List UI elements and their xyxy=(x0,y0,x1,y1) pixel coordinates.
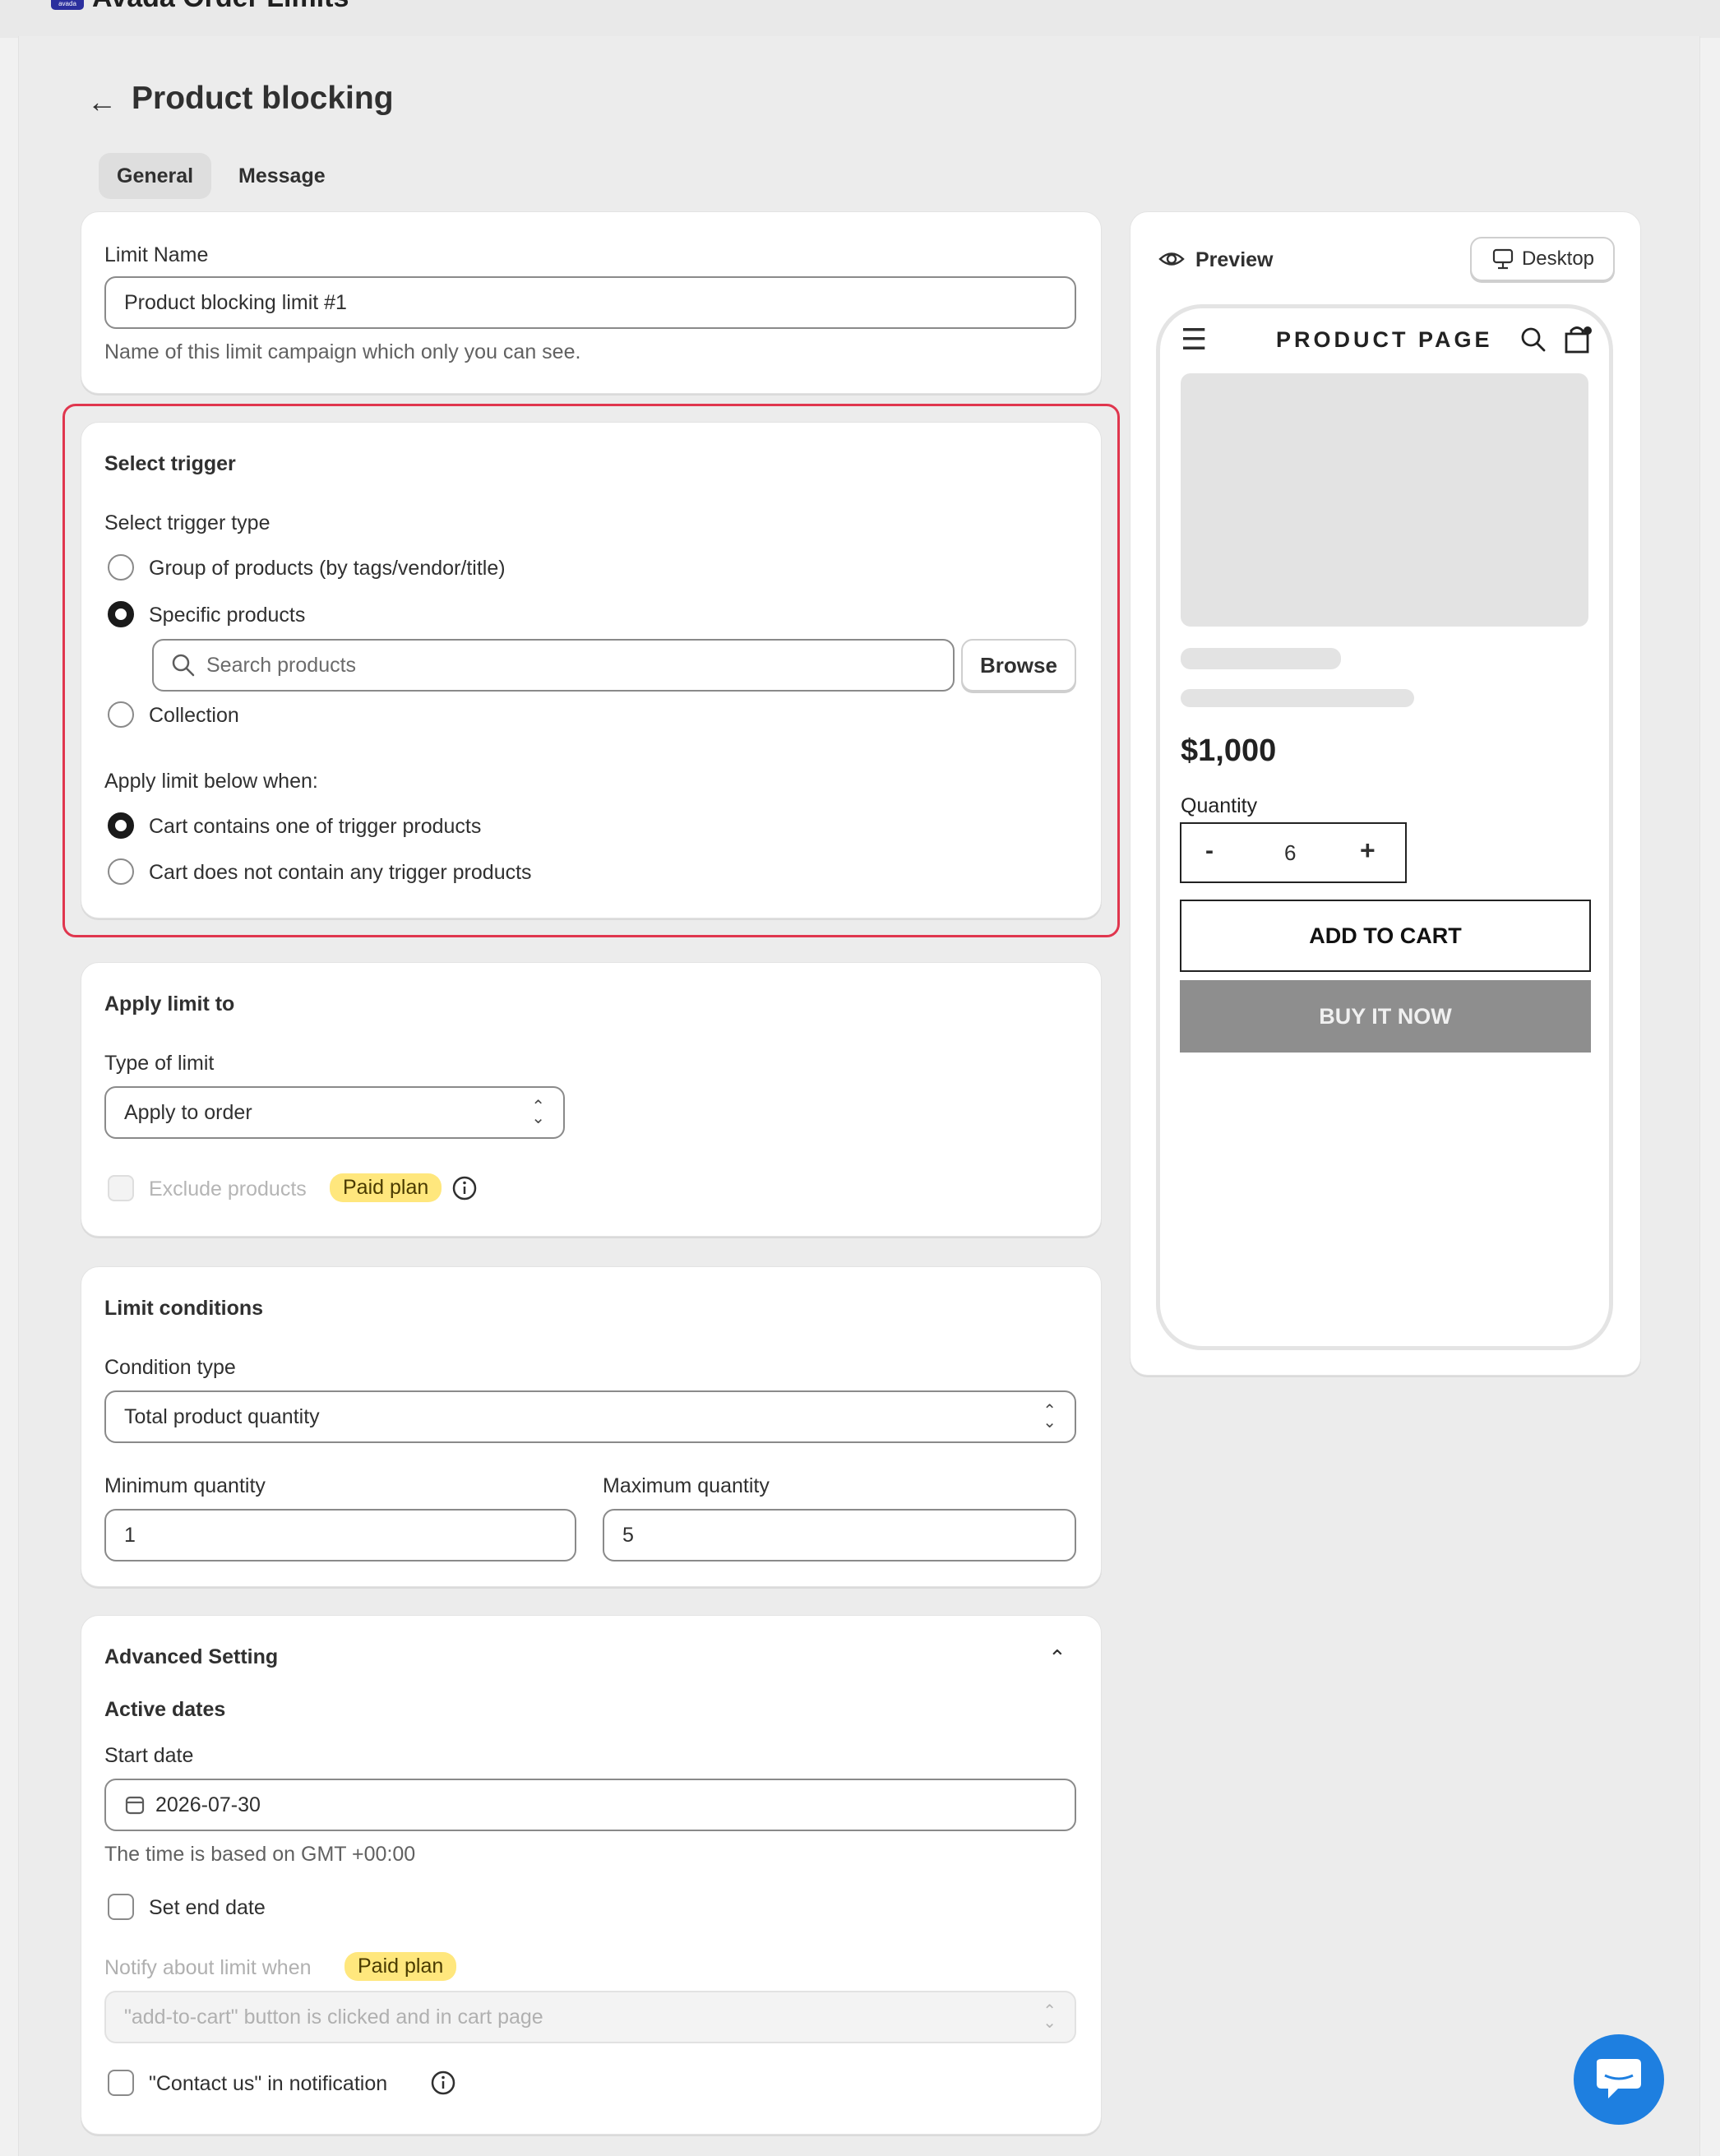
contact-us-checkbox[interactable] xyxy=(108,2070,134,2096)
info-icon[interactable] xyxy=(430,2070,456,2096)
max-quantity-value: 5 xyxy=(622,1523,634,1547)
apply-when-label: Apply limit below when: xyxy=(104,770,318,793)
back-arrow-icon[interactable]: ← xyxy=(87,85,117,119)
notify-select[interactable]: "add-to-cart" button is clicked and in c… xyxy=(104,1991,1076,2043)
desktop-icon xyxy=(1492,248,1514,270)
radio-cart-contains[interactable] xyxy=(108,812,134,839)
search-placeholder: Search products xyxy=(206,653,357,677)
start-date-label: Start date xyxy=(104,1744,194,1767)
buy-it-now-button[interactable]: BUY IT NOW xyxy=(1180,980,1591,1053)
min-quantity-value: 1 xyxy=(124,1523,136,1547)
quantity-label: Quantity xyxy=(1181,794,1258,817)
exclude-products-checkbox[interactable] xyxy=(108,1175,134,1201)
quantity-minus-button[interactable]: - xyxy=(1205,837,1214,865)
subtitle-skeleton-line xyxy=(1181,689,1414,707)
max-quantity-label: Maximum quantity xyxy=(603,1474,770,1497)
limit-type-label: Type of limit xyxy=(104,1052,215,1075)
radio-cart-contains-label: Cart contains one of trigger products xyxy=(149,815,482,838)
chat-bubble-icon xyxy=(1597,2059,1641,2098)
min-quantity-label: Minimum quantity xyxy=(104,1474,266,1497)
notify-value: "add-to-cart" button is clicked and in c… xyxy=(124,2005,543,2029)
browse-button[interactable]: Browse xyxy=(961,639,1076,692)
advanced-setting-card: Advanced Setting ⌃ Active dates Start da… xyxy=(81,1615,1102,2135)
tab-general[interactable]: General xyxy=(99,153,212,199)
chevron-up-icon[interactable]: ⌃ xyxy=(1048,1645,1066,1671)
page-title: Product blocking xyxy=(132,81,394,116)
store-page-title: PRODUCT PAGE xyxy=(1276,327,1493,352)
cart-bag-icon xyxy=(1565,326,1592,354)
limit-conditions-card: Limit conditions Condition type Total pr… xyxy=(81,1266,1102,1587)
tab-message[interactable]: Message xyxy=(220,153,344,199)
start-date-value: 2026-07-30 xyxy=(155,1793,261,1816)
apply-limit-card: Apply limit to Type of limit Apply to or… xyxy=(81,962,1102,1237)
chat-support-button[interactable] xyxy=(1574,2034,1664,2125)
notify-label: Notify about limit when xyxy=(104,1956,312,1979)
min-quantity-input[interactable]: 1 xyxy=(104,1509,576,1561)
advanced-heading: Advanced Setting xyxy=(104,1645,279,1668)
title-skeleton-line xyxy=(1181,648,1341,669)
max-quantity-input[interactable]: 5 xyxy=(603,1509,1076,1561)
radio-group-of-products[interactable] xyxy=(108,554,134,581)
quantity-plus-button[interactable]: + xyxy=(1360,835,1376,866)
preview-label: Preview xyxy=(1195,248,1274,271)
info-icon[interactable] xyxy=(451,1175,478,1201)
limit-name-input[interactable]: Product blocking limit #1 xyxy=(104,276,1076,329)
contact-us-label: "Contact us" in notification xyxy=(149,2072,388,2095)
app-logo-text: avada xyxy=(58,0,76,7)
limit-name-help: Name of this limit campaign which only y… xyxy=(104,340,581,363)
exclude-products-label: Exclude products xyxy=(149,1177,307,1201)
radio-group-of-products-label: Group of products (by tags/vendor/title) xyxy=(149,557,506,580)
select-trigger-card: Select trigger Select trigger type Group… xyxy=(81,422,1102,918)
app-name: Avada Order Limits xyxy=(92,0,349,14)
select-chevron-icon: ⌃ ⌄ xyxy=(1043,2002,1057,2032)
radio-cart-not-contains[interactable] xyxy=(108,858,134,885)
hamburger-menu-icon: ☰ xyxy=(1181,322,1208,356)
trigger-type-label: Select trigger type xyxy=(104,511,270,534)
condition-type-value: Total product quantity xyxy=(124,1404,320,1428)
limit-type-select[interactable]: Apply to order ⌃ ⌄ xyxy=(104,1086,565,1139)
desktop-label: Desktop xyxy=(1521,248,1595,270)
select-chevron-icon: ⌃ ⌄ xyxy=(1043,1402,1057,1432)
conditions-heading: Limit conditions xyxy=(104,1297,264,1320)
search-icon xyxy=(172,654,195,677)
limit-name-card: Limit Name Product blocking limit #1 Nam… xyxy=(81,211,1102,394)
active-dates-heading: Active dates xyxy=(104,1698,226,1721)
limit-type-value: Apply to order xyxy=(124,1100,252,1124)
timezone-help: The time is based on GMT +00:00 xyxy=(104,1843,416,1866)
quantity-value: 6 xyxy=(1284,840,1297,865)
trigger-heading: Select trigger xyxy=(104,452,236,475)
apply-limit-heading: Apply limit to xyxy=(104,992,235,1016)
radio-collection[interactable] xyxy=(108,701,134,728)
radio-cart-not-contains-label: Cart does not contain any trigger produc… xyxy=(149,861,532,884)
eye-icon xyxy=(1158,252,1185,266)
add-to-cart-button[interactable]: ADD TO CART xyxy=(1180,900,1591,972)
paid-plan-badge: Paid plan xyxy=(330,1173,442,1202)
radio-collection-label: Collection xyxy=(149,704,239,727)
desktop-toggle-button[interactable]: Desktop xyxy=(1470,237,1615,281)
notify-paid-plan-badge: Paid plan xyxy=(344,1952,457,1981)
condition-type-label: Condition type xyxy=(104,1356,236,1379)
product-image-placeholder xyxy=(1181,373,1588,627)
product-search-input[interactable]: Search products xyxy=(152,639,955,692)
calendar-icon xyxy=(125,1796,145,1815)
condition-type-select[interactable]: Total product quantity ⌃ ⌄ xyxy=(104,1390,1076,1443)
radio-specific-products-label: Specific products xyxy=(149,604,306,627)
set-end-date-label: Set end date xyxy=(149,1896,266,1919)
limit-name-label: Limit Name xyxy=(104,243,209,266)
product-price: $1,000 xyxy=(1181,733,1277,768)
limit-name-value: Product blocking limit #1 xyxy=(124,290,347,314)
store-search-icon xyxy=(1521,327,1546,352)
select-chevron-icon: ⌃ ⌄ xyxy=(531,1098,545,1127)
app-logo: avada xyxy=(51,0,84,10)
radio-specific-products[interactable] xyxy=(108,601,134,627)
start-date-input[interactable]: 2026-07-30 xyxy=(104,1779,1076,1831)
set-end-date-checkbox[interactable] xyxy=(108,1894,134,1920)
